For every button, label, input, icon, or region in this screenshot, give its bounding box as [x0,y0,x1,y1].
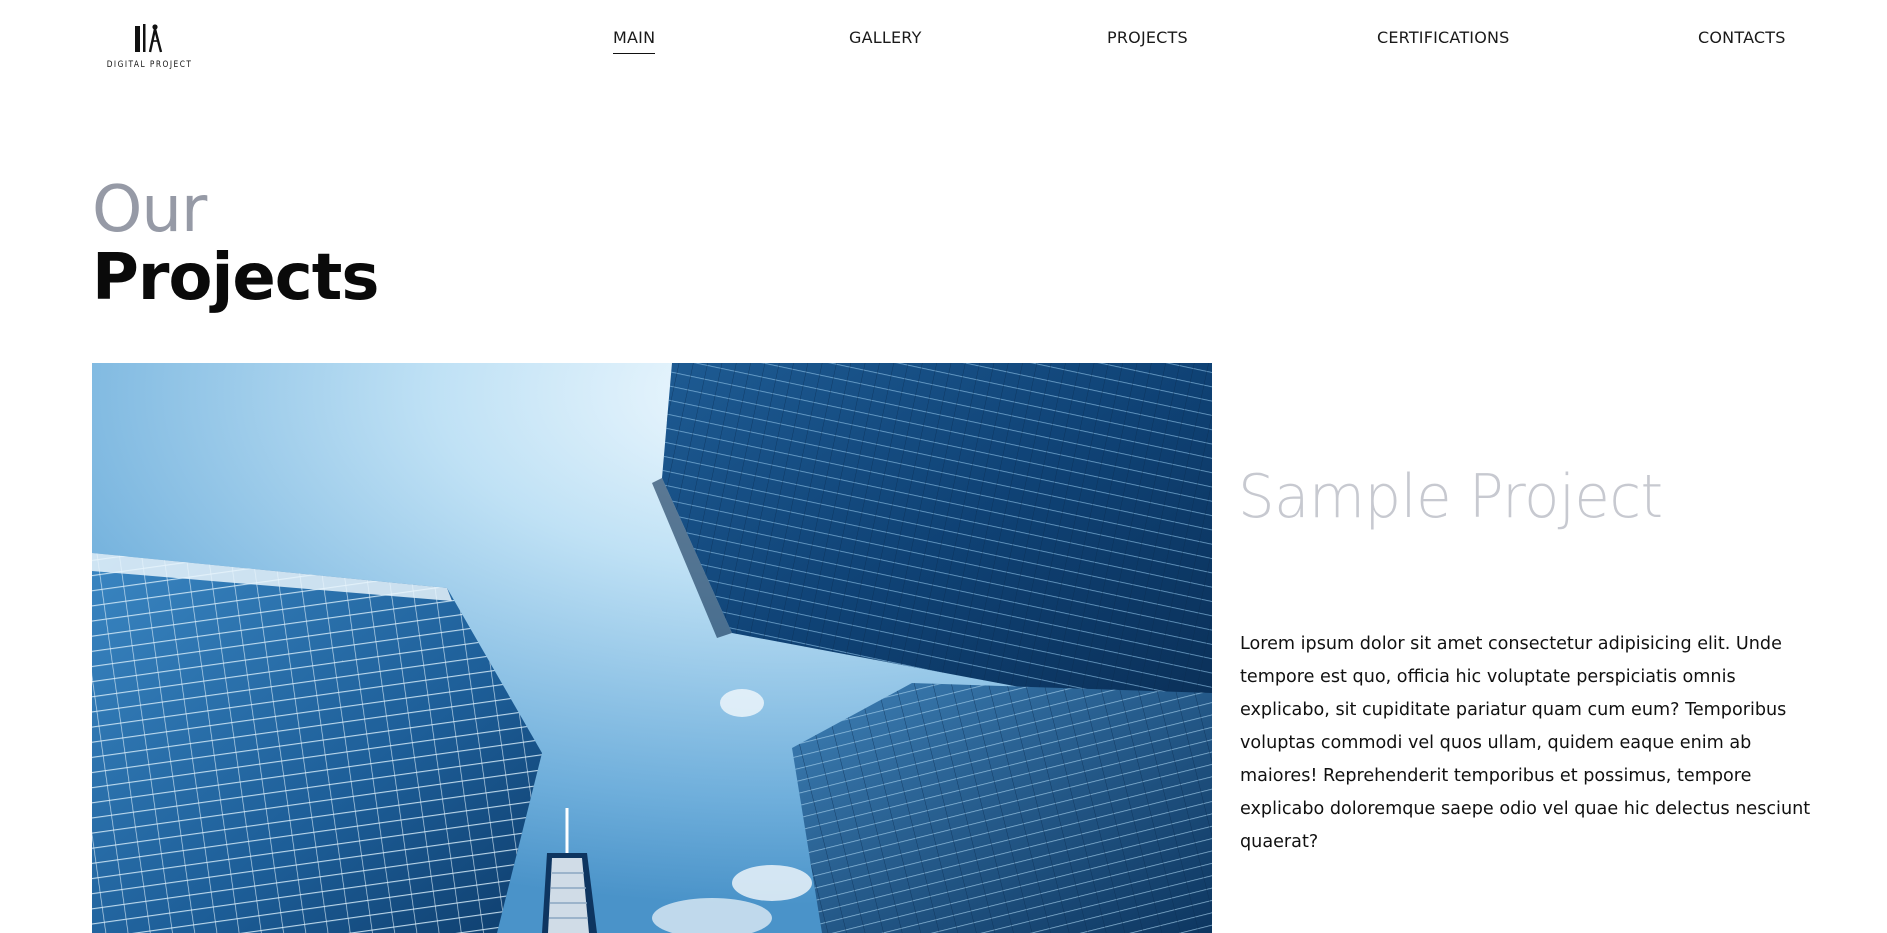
project-image [92,363,1212,933]
heading-light-text: Our [92,173,207,247]
project-description: Lorem ipsum dolor sit amet consectetur a… [1240,634,1811,852]
project-title: Sample Project [1238,462,1663,532]
main-navigation: MAIN GALLERY PROJECTS CERTIFICATIONS CON… [0,28,1887,58]
page-heading: Our Projects [92,173,379,315]
nav-item-gallery[interactable]: GALLERY [849,28,922,53]
page: DIGITAL PROJECT MAIN GALLERY PROJECTS CE… [0,0,1887,933]
logo-text: DIGITAL PROJECT [107,60,193,70]
skyscrapers-photo-icon [92,363,1212,933]
nav-item-main[interactable]: MAIN [613,28,656,54]
nav-item-projects[interactable]: PROJECTS [1107,28,1188,53]
nav-item-certifications[interactable]: CERTIFICATIONS [1377,28,1510,53]
heading-bold-text: Projects [92,241,379,315]
nav-item-contacts[interactable]: CONTACTS [1698,28,1786,53]
